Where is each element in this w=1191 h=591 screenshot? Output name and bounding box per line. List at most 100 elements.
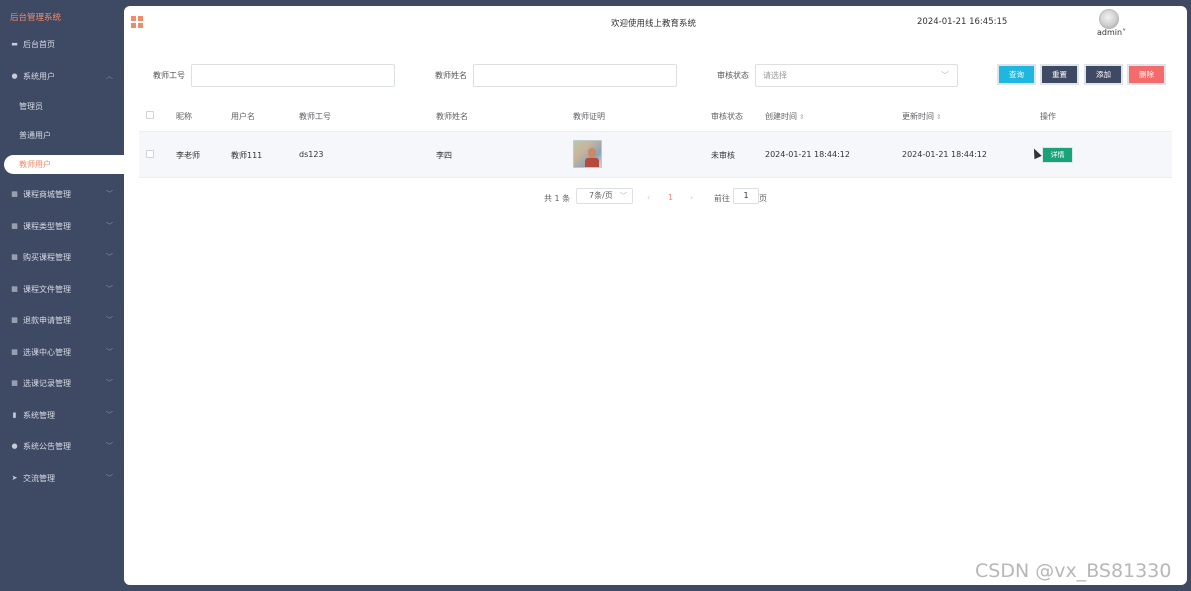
send-icon: ➤ <box>11 473 18 482</box>
user-name: admin <box>1097 28 1123 37</box>
current-page[interactable]: 1 <box>668 193 673 202</box>
page-size-value: 7条/页 <box>589 191 613 200</box>
page-size-select[interactable]: 7条/页 ﹀ <box>576 188 633 204</box>
grid-small-icon: ▦ <box>11 221 18 230</box>
chevron-down-icon: ﹀ <box>620 192 627 200</box>
query-button[interactable]: 查询 <box>997 64 1036 85</box>
chevron-down-icon: ﹀ <box>941 71 949 80</box>
teacher-proof-image[interactable] <box>573 140 602 168</box>
mouse-cursor-icon <box>1030 146 1042 160</box>
watermark: CSDN @vx_BS81330 <box>975 560 1172 582</box>
sidebar-item-label: 选课记录管理 <box>23 379 71 388</box>
grid-small-icon: ▦ <box>11 347 18 356</box>
row-checkbox[interactable] <box>146 150 154 158</box>
sidebar-subitem-admin[interactable]: 管理员 <box>0 92 124 121</box>
status-select[interactable]: 请选择 ﹀ <box>755 64 958 87</box>
sidebar-menu: ▬ 后台首页 ● 系统用户 ︿ 管理员 普通用户 教师用户 ▦ 课程商城管理 ﹀… <box>0 29 124 494</box>
teacher-id-label: 教师工号 <box>153 71 185 80</box>
sidebar-item-notice[interactable]: ● 系统公告管理 ﹀ <box>0 431 124 463</box>
sidebar-item-label: 交流管理 <box>23 473 55 483</box>
grid-small-icon: ▦ <box>11 190 18 198</box>
sidebar-item-label: 选课中心管理 <box>23 347 71 357</box>
sidebar-item-home[interactable]: ▬ 后台首页 <box>0 29 124 61</box>
sidebar-item-label: 系统管理 <box>23 410 55 420</box>
cell-updated: 2024-01-21 18:44:12 <box>902 150 987 159</box>
sidebar-item-refund[interactable]: ▦ 退款申请管理 ﹀ <box>0 305 124 337</box>
sidebar-item-label: 后台首页 <box>23 40 55 49</box>
chevron-down-icon: ﹀ <box>106 221 113 230</box>
sidebar-subitem-normal-user[interactable]: 普通用户 <box>0 121 124 150</box>
col-nickname: 昵称 <box>176 112 192 121</box>
chevron-down-icon: ﹀ <box>106 253 113 261</box>
teacher-name-input[interactable] <box>473 64 677 87</box>
sidebar-item-course-records[interactable]: ▦ 选课记录管理 ﹀ <box>0 368 124 400</box>
sidebar-item-purchase[interactable]: ▦ 购买课程管理 ﹀ <box>0 242 124 274</box>
page-title: 欢迎使用线上教育系统 <box>611 19 697 29</box>
avatar[interactable] <box>1099 9 1119 29</box>
status-placeholder: 请选择 <box>763 71 787 80</box>
col-created[interactable]: 创建时间 ⇕ <box>765 111 804 122</box>
sidebar-item-label: 课程商城管理 <box>23 190 71 199</box>
pagination-total: 共 1 条 <box>544 194 571 203</box>
teacher-table: 昵称 用户名 教师工号 教师姓名 教师证明 审核状态 创建时间 ⇕ 更新时间 ⇕ 操… <box>139 98 1172 178</box>
sidebar: 后台管理系统 ▬ 后台首页 ● 系统用户 ︿ 管理员 普通用户 教师用户 ▦ 课… <box>0 0 124 591</box>
col-teacher-name: 教师姓名 <box>436 112 468 121</box>
col-created-label: 创建时间 <box>765 112 797 121</box>
grid-small-icon: ▦ <box>11 379 18 387</box>
next-page-icon[interactable]: › <box>690 193 693 202</box>
sidebar-item-exchange[interactable]: ➤ 交流管理 ﹀ <box>0 463 124 495</box>
sidebar-item-course-shop[interactable]: ▦ 课程商城管理 ﹀ <box>0 179 124 211</box>
chevron-down-icon: ﹀ <box>106 473 113 482</box>
detail-button[interactable]: 详情 <box>1042 147 1073 163</box>
goto-label: 前往 <box>714 194 730 203</box>
grid-small-icon: ▦ <box>11 253 18 261</box>
chevron-down-icon: ﹀ <box>106 410 113 419</box>
sidebar-item-label: 课程类型管理 <box>23 221 71 231</box>
sort-icon: ⇕ <box>936 113 942 121</box>
sidebar-item-label: 退款申请管理 <box>23 316 71 325</box>
col-updated[interactable]: 更新时间 ⇕ <box>902 111 941 122</box>
info-icon: ● <box>11 442 18 450</box>
reset-button[interactable]: 重置 <box>1040 64 1079 85</box>
cell-nickname: 李老师 <box>176 151 200 160</box>
table-row: 李老师 教师111 ds123 李四 未审核 2024-01-21 18:44:… <box>139 132 1172 178</box>
add-button[interactable]: 添加 <box>1084 64 1123 85</box>
table-header: 昵称 用户名 教师工号 教师姓名 教师证明 审核状态 创建时间 ⇕ 更新时间 ⇕ 操… <box>139 98 1172 132</box>
sidebar-item-label: 课程文件管理 <box>23 284 71 294</box>
prev-page-icon[interactable]: ‹ <box>647 193 650 202</box>
cell-created: 2024-01-21 18:44:12 <box>765 150 850 159</box>
cell-teacher-name: 李四 <box>436 151 452 160</box>
sidebar-item-course-center[interactable]: ▦ 选课中心管理 ﹀ <box>0 337 124 369</box>
header-time: 2024-01-21 16:45:15 <box>917 17 1008 27</box>
cell-username: 教师111 <box>231 151 263 160</box>
bar-chart-icon: ▮ <box>12 410 17 419</box>
select-all-checkbox[interactable] <box>146 111 154 119</box>
col-updated-label: 更新时间 <box>902 112 934 121</box>
col-status: 审核状态 <box>711 112 743 121</box>
sort-icon: ⇕ <box>799 113 805 121</box>
sidebar-item-course-type[interactable]: ▦ 课程类型管理 ﹀ <box>0 211 124 243</box>
chevron-down-icon: ﹀ <box>106 316 113 324</box>
sidebar-item-system-manage[interactable]: ▮ 系统管理 ﹀ <box>0 400 124 432</box>
sidebar-item-system-users[interactable]: ● 系统用户 ︿ <box>0 61 124 93</box>
delete-button[interactable]: 删除 <box>1127 64 1166 85</box>
status-label: 审核状态 <box>717 71 749 80</box>
sidebar-item-label: 系统公告管理 <box>23 442 71 451</box>
page-unit-label: 页 <box>759 194 767 203</box>
chevron-down-icon: ﹀ <box>106 190 113 198</box>
user-menu[interactable]: admin˅ <box>1097 28 1126 37</box>
teacher-name-label: 教师姓名 <box>435 71 467 80</box>
sidebar-subitem-teacher-user[interactable]: 教师用户 <box>4 155 124 174</box>
col-teacher-proof: 教师证明 <box>573 112 605 121</box>
teacher-id-input[interactable] <box>191 64 395 87</box>
monitor-icon: ▬ <box>11 40 18 48</box>
menu-grid-icon[interactable] <box>131 16 143 28</box>
col-username: 用户名 <box>231 112 255 121</box>
grid-small-icon: ▦ <box>11 284 18 293</box>
goto-page-input[interactable]: 1 <box>733 188 759 204</box>
sidebar-item-course-files[interactable]: ▦ 课程文件管理 ﹀ <box>0 274 124 306</box>
sidebar-item-label: 购买课程管理 <box>23 253 71 262</box>
chevron-down-icon: ﹀ <box>106 379 113 387</box>
brand-title: 后台管理系统 <box>10 13 62 23</box>
cell-teacher-id: ds123 <box>299 150 324 159</box>
